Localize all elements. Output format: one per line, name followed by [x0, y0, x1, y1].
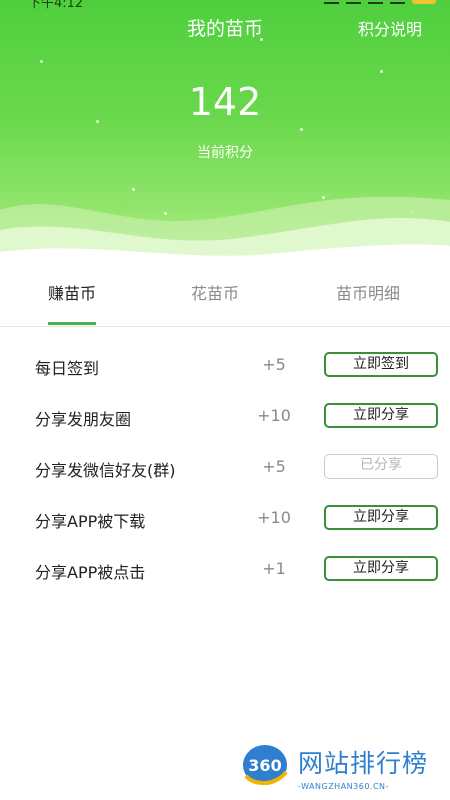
points-value: 142 [188, 80, 262, 124]
task-name: 每日签到 [35, 359, 100, 378]
task-name: 分享APP被下载 [35, 512, 146, 531]
status-bar: 下午4:12 78 [0, 0, 450, 11]
task-points: +1 [262, 559, 286, 578]
watermark-logo-icon: 360 [243, 745, 288, 785]
task-points: +5 [262, 457, 286, 476]
active-tab-indicator [48, 322, 96, 325]
task-points: +10 [257, 406, 291, 425]
sparkle [40, 60, 43, 63]
wifi-icon [390, 0, 405, 4]
wave-decoration [0, 196, 450, 262]
task-row: 分享发微信好友(群) +5 已分享 [0, 445, 450, 496]
tab-spend-coins[interactable]: 花苗币 [191, 280, 239, 304]
signal-icon [368, 0, 383, 4]
share-click-button[interactable]: 立即分享 [324, 556, 438, 581]
task-row: 分享发朋友圈 +10 立即分享 [0, 394, 450, 445]
check-in-button[interactable]: 立即签到 [324, 352, 438, 377]
tab-earn-coins[interactable]: 赚苗币 [48, 280, 96, 304]
site-watermark: 360 网站排行榜 -WANGZHAN360.CN- [238, 738, 450, 798]
sparkle [380, 70, 383, 73]
status-icons: 78 [324, 0, 436, 4]
task-points: +5 [262, 355, 286, 374]
tab-coin-details[interactable]: 苗币明细 [336, 280, 400, 304]
watermark-url: -WANGZHAN360.CN- [298, 782, 389, 791]
task-row: 分享APP被点击 +1 立即分享 [0, 547, 450, 598]
sparkle [300, 128, 303, 131]
points-label: 当前积分 [197, 145, 253, 161]
signal-icon [346, 0, 361, 4]
shared-status-button: 已分享 [324, 454, 438, 479]
task-name: 分享发朋友圈 [35, 410, 132, 429]
watermark-logo-text: 360 [248, 756, 281, 775]
bluetooth-icon [324, 0, 339, 4]
points-header: 下午4:12 78 我的苗币 积分说明 142 当前积分 [0, 0, 450, 262]
tab-bar: 赚苗币 花苗币 苗币明细 [0, 262, 450, 327]
task-points: +10 [257, 508, 291, 527]
task-row: 分享APP被下载 +10 立即分享 [0, 496, 450, 547]
points-rules-link[interactable]: 积分说明 [358, 16, 422, 40]
share-download-button[interactable]: 立即分享 [324, 505, 438, 530]
status-time: 下午4:12 [28, 0, 84, 11]
task-name: 分享APP被点击 [35, 563, 146, 582]
task-row: 每日签到 +5 立即签到 [0, 343, 450, 394]
share-moments-button[interactable]: 立即分享 [324, 403, 438, 428]
battery-icon: 78 [412, 0, 436, 4]
task-name: 分享发微信好友(群) [35, 461, 176, 480]
watermark-site-name: 网站排行榜 [298, 749, 429, 778]
